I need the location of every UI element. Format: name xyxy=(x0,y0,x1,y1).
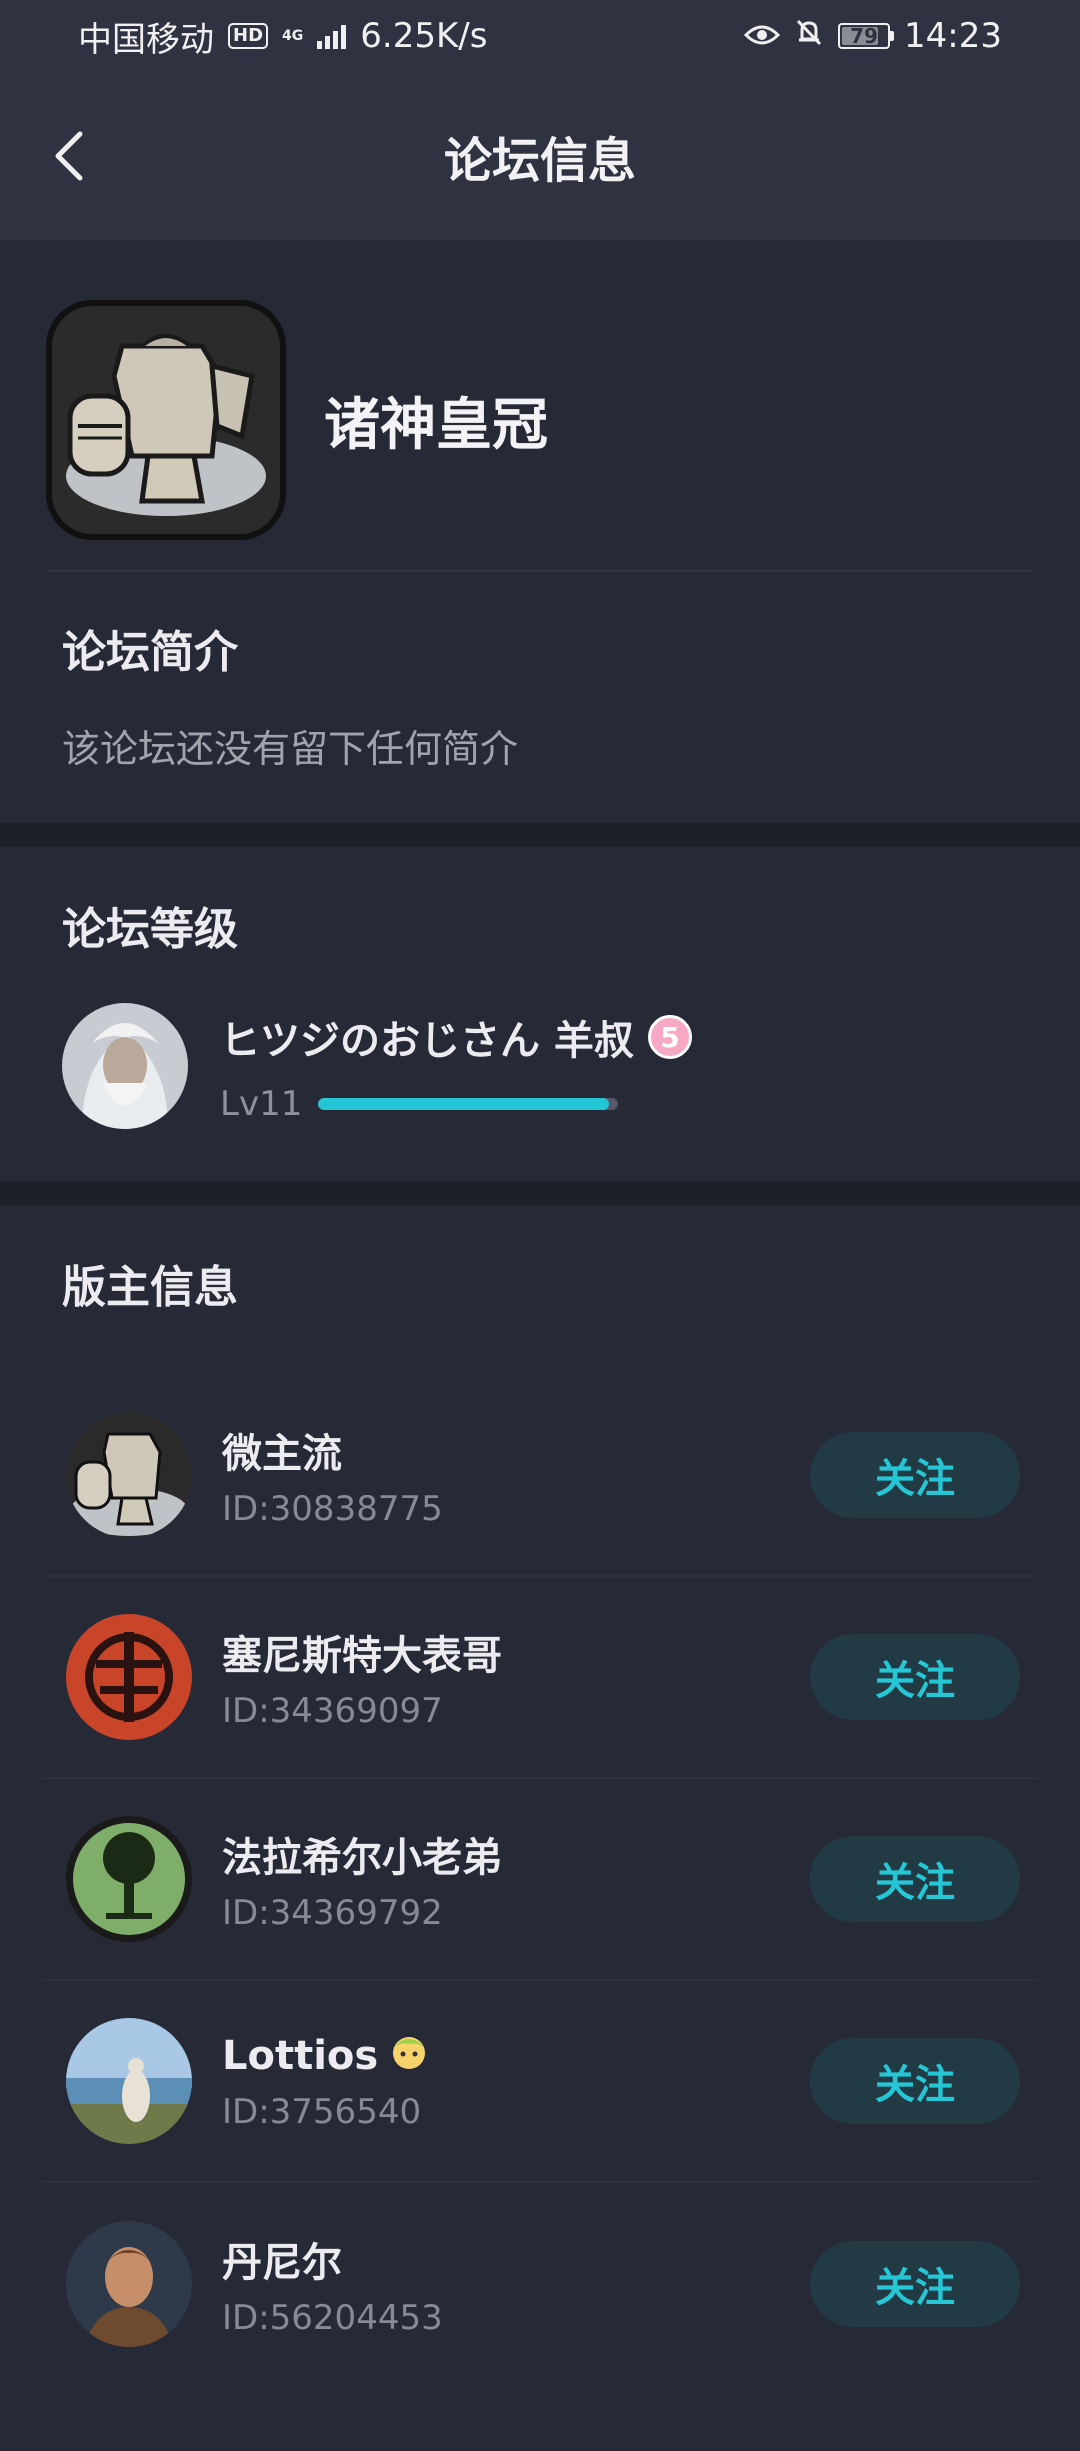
moderators-title: 版主信息 xyxy=(62,1262,238,1313)
level-title: 论坛等级 xyxy=(62,904,238,955)
level-progress-bar xyxy=(318,1098,618,1110)
forum-info-section: 诸神皇冠 论坛简介 该论坛还没有留下任何简介 xyxy=(0,240,1080,823)
avatar[interactable] xyxy=(66,2221,192,2347)
intro-title: 论坛简介 xyxy=(62,627,238,678)
moderator-list: 微主流 ID:30838775 关注 塞尼斯特大表哥 ID:34369097 关… xyxy=(0,1375,1080,2385)
follow-button[interactable]: 关注 xyxy=(810,2241,1020,2327)
moderators-section: 版主信息 微主流 ID:30838775 关注 塞尼斯特大表哥 ID:34369… xyxy=(0,1205,1080,2451)
clock: 14:23 xyxy=(904,16,1002,56)
moderator-id: ID:56204453 xyxy=(222,2298,443,2338)
forum-name: 诸神皇冠 xyxy=(324,392,548,458)
moderator-name: 微主流 xyxy=(222,1431,342,1477)
level-user-name: ヒツジのおじさん 羊叔 xyxy=(220,1018,634,1064)
hd-icon: HD xyxy=(228,23,269,49)
avatar[interactable] xyxy=(66,1614,192,1740)
moderator-id: ID:30838775 xyxy=(222,1489,443,1529)
intro-text: 该论坛还没有留下任何简介 xyxy=(62,727,519,771)
avatar[interactable] xyxy=(62,1003,188,1129)
follow-button[interactable]: 关注 xyxy=(810,2038,1020,2124)
moderator-name: 丹尼尔 xyxy=(222,2240,342,2286)
nav-bar: 论坛信息 xyxy=(0,72,1080,240)
level-label: Lv11 xyxy=(220,1084,303,1124)
mute-bell-icon xyxy=(794,16,824,56)
level-user-row[interactable]: ヒツジのおじさん 羊叔 5 Lv11 xyxy=(62,1003,1018,1129)
list-item[interactable]: 塞尼斯特大表哥 ID:34369097 关注 xyxy=(42,1577,1038,1779)
moderator-id: ID:34369792 xyxy=(222,1893,443,1933)
moderator-name: 塞尼斯特大表哥 xyxy=(222,1633,502,1679)
list-item[interactable]: 法拉希尔小老弟 ID:34369792 关注 xyxy=(42,1779,1038,1981)
chevron-left-icon xyxy=(55,131,83,181)
list-item[interactable]: 微主流 ID:30838775 关注 xyxy=(42,1375,1038,1577)
eye-icon xyxy=(743,16,781,56)
battery-icon: 79 xyxy=(838,23,895,49)
back-button[interactable] xyxy=(40,126,100,186)
avatar[interactable] xyxy=(66,2018,192,2144)
signal-icon xyxy=(317,23,347,49)
avatar[interactable] xyxy=(66,1816,192,1942)
level-progress-fill xyxy=(318,1098,609,1110)
moderator-name: Lottios xyxy=(222,2033,379,2079)
follow-button[interactable]: 关注 xyxy=(810,1432,1020,1518)
list-item[interactable]: 丹尼尔 ID:56204453 关注 xyxy=(42,2183,1038,2385)
forum-logo xyxy=(46,300,286,540)
follow-button[interactable]: 关注 xyxy=(810,1634,1020,1720)
forum-level-section: 论坛等级 ヒツジのおじさん 羊叔 5 Lv11 xyxy=(0,847,1080,1181)
moderator-id: ID:34369097 xyxy=(222,1691,443,1731)
avatar[interactable] xyxy=(66,1412,192,1538)
carrier-label: 中国移动 xyxy=(78,19,214,60)
network-type-label: 4G xyxy=(282,28,304,44)
emoji-badge-icon xyxy=(388,2030,430,2082)
list-item[interactable]: Lottios ID:3756540 关注 xyxy=(42,1981,1038,2183)
section-gap xyxy=(0,1181,1080,1205)
follow-button[interactable]: 关注 xyxy=(810,1836,1020,1922)
battery-level: 79 xyxy=(850,24,878,48)
moderator-id: ID:3756540 xyxy=(222,2092,422,2132)
status-bar: 中国移动 HD 4G 6.25K/s 79 14:23 xyxy=(0,0,1080,72)
section-gap xyxy=(0,823,1080,847)
page-title: 论坛信息 xyxy=(443,133,636,189)
network-speed: 6.25K/s xyxy=(360,16,488,56)
moderator-name: 法拉希尔小老弟 xyxy=(222,1835,502,1881)
level-badge-icon: 5 xyxy=(647,1015,692,1059)
